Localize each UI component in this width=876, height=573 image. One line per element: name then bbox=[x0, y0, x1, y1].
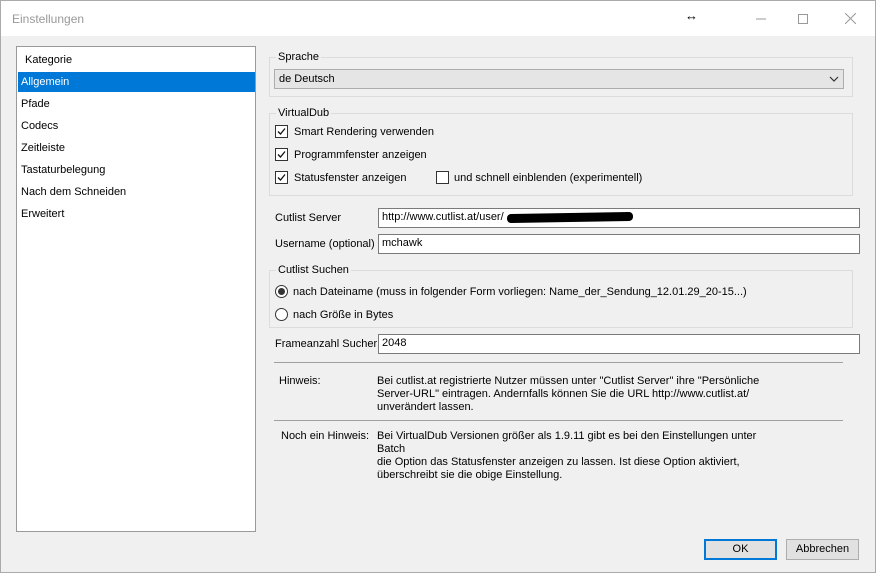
hinweis-text: Bei cutlist.at registrierte Nutzer müsse… bbox=[377, 375, 777, 414]
ok-button[interactable]: OK bbox=[704, 539, 777, 560]
cutlist-suchen-group-label: Cutlist Suchen bbox=[276, 264, 351, 276]
cutlist-server-label: Cutlist Server bbox=[275, 212, 342, 224]
sidebar-item-codecs[interactable]: Codecs bbox=[18, 116, 255, 136]
maximize-icon bbox=[798, 13, 808, 24]
hinweis2-line: die Option das Statusfenster anzeigen zu… bbox=[377, 456, 740, 468]
language-select-value: de Deutsch bbox=[279, 73, 335, 85]
search-by-size-radio[interactable] bbox=[275, 308, 288, 321]
close-icon bbox=[844, 13, 856, 24]
hinweis-line: unverändert lassen. bbox=[377, 401, 474, 413]
virtualdub-group-label: VirtualDub bbox=[276, 107, 332, 119]
language-select[interactable]: de Deutsch bbox=[274, 69, 844, 89]
checkmark-icon bbox=[277, 174, 286, 181]
sprache-group-label: Sprache bbox=[276, 51, 321, 63]
category-header: Kategorie bbox=[25, 54, 73, 66]
maximize-button[interactable] bbox=[780, 1, 826, 36]
category-list[interactable]: Kategorie Allgemein Pfade Codecs Zeitlei… bbox=[16, 46, 256, 532]
divider bbox=[274, 420, 843, 421]
schnell-einblenden-checkbox[interactable] bbox=[436, 171, 449, 184]
frameanzahl-input[interactable]: 2048 bbox=[378, 334, 860, 354]
sidebar-item-tastaturbelegung[interactable]: Tastaturbelegung bbox=[18, 160, 255, 180]
hinweis-line: Server-URL" eintragen. Andernfalls könne… bbox=[377, 388, 750, 400]
hinweis-label: Hinweis: bbox=[279, 375, 321, 387]
resize-icon: ↔ bbox=[685, 8, 698, 23]
username-label: Username (optional) bbox=[275, 238, 375, 250]
hinweis2-line: Bei VirtualDub Versionen größer als 1.9.… bbox=[377, 430, 757, 455]
checkmark-icon bbox=[277, 151, 286, 158]
title-bar: Einstellungen ↔ bbox=[1, 1, 875, 36]
sidebar-item-allgemein[interactable]: Allgemein bbox=[18, 72, 255, 92]
sidebar-item-zeitleiste[interactable]: Zeitleiste bbox=[18, 138, 255, 158]
smart-rendering-checkbox[interactable] bbox=[275, 125, 288, 138]
hinweis2-line: überschreibt sie die obige Einstellung. bbox=[377, 469, 563, 481]
frameanzahl-label: Frameanzahl Sucher bbox=[275, 338, 378, 350]
sidebar-item-erweitert[interactable]: Erweitert bbox=[18, 204, 255, 224]
chevron-down-icon bbox=[829, 76, 839, 82]
statusfenster-checkbox[interactable] bbox=[275, 171, 288, 184]
sidebar-item-pfade[interactable]: Pfade bbox=[18, 94, 255, 114]
minimize-button[interactable] bbox=[738, 1, 784, 36]
statusfenster-label: Statusfenster anzeigen bbox=[294, 172, 407, 184]
hinweis2-text: Bei VirtualDub Versionen größer als 1.9.… bbox=[377, 430, 777, 482]
divider bbox=[274, 362, 843, 363]
search-by-size-label: nach Größe in Bytes bbox=[293, 309, 394, 321]
hinweis2-label: Noch ein Hinweis: bbox=[281, 430, 370, 442]
close-button[interactable] bbox=[827, 1, 873, 36]
cancel-button[interactable]: Abbrechen bbox=[786, 539, 859, 560]
search-by-filename-label: nach Dateiname (muss in folgender Form v… bbox=[293, 286, 747, 298]
hinweis-line: Bei cutlist.at registrierte Nutzer müsse… bbox=[377, 375, 760, 387]
settings-dialog: Einstellungen ↔ Kategorie Allgemein Pfad… bbox=[0, 0, 876, 573]
minimize-icon bbox=[756, 18, 766, 19]
username-input[interactable]: mchawk bbox=[378, 234, 860, 254]
radio-selected-dot bbox=[278, 288, 285, 295]
search-by-filename-radio[interactable] bbox=[275, 285, 288, 298]
programmfenster-checkbox[interactable] bbox=[275, 148, 288, 161]
schnell-einblenden-label: und schnell einblenden (experimentell) bbox=[454, 172, 643, 184]
checkmark-icon bbox=[277, 128, 286, 135]
window-title: Einstellungen bbox=[12, 12, 85, 26]
programmfenster-label: Programmfenster anzeigen bbox=[294, 149, 427, 161]
sidebar-item-nach-dem-schneiden[interactable]: Nach dem Schneiden bbox=[18, 182, 255, 202]
smart-rendering-label: Smart Rendering verwenden bbox=[294, 126, 435, 138]
